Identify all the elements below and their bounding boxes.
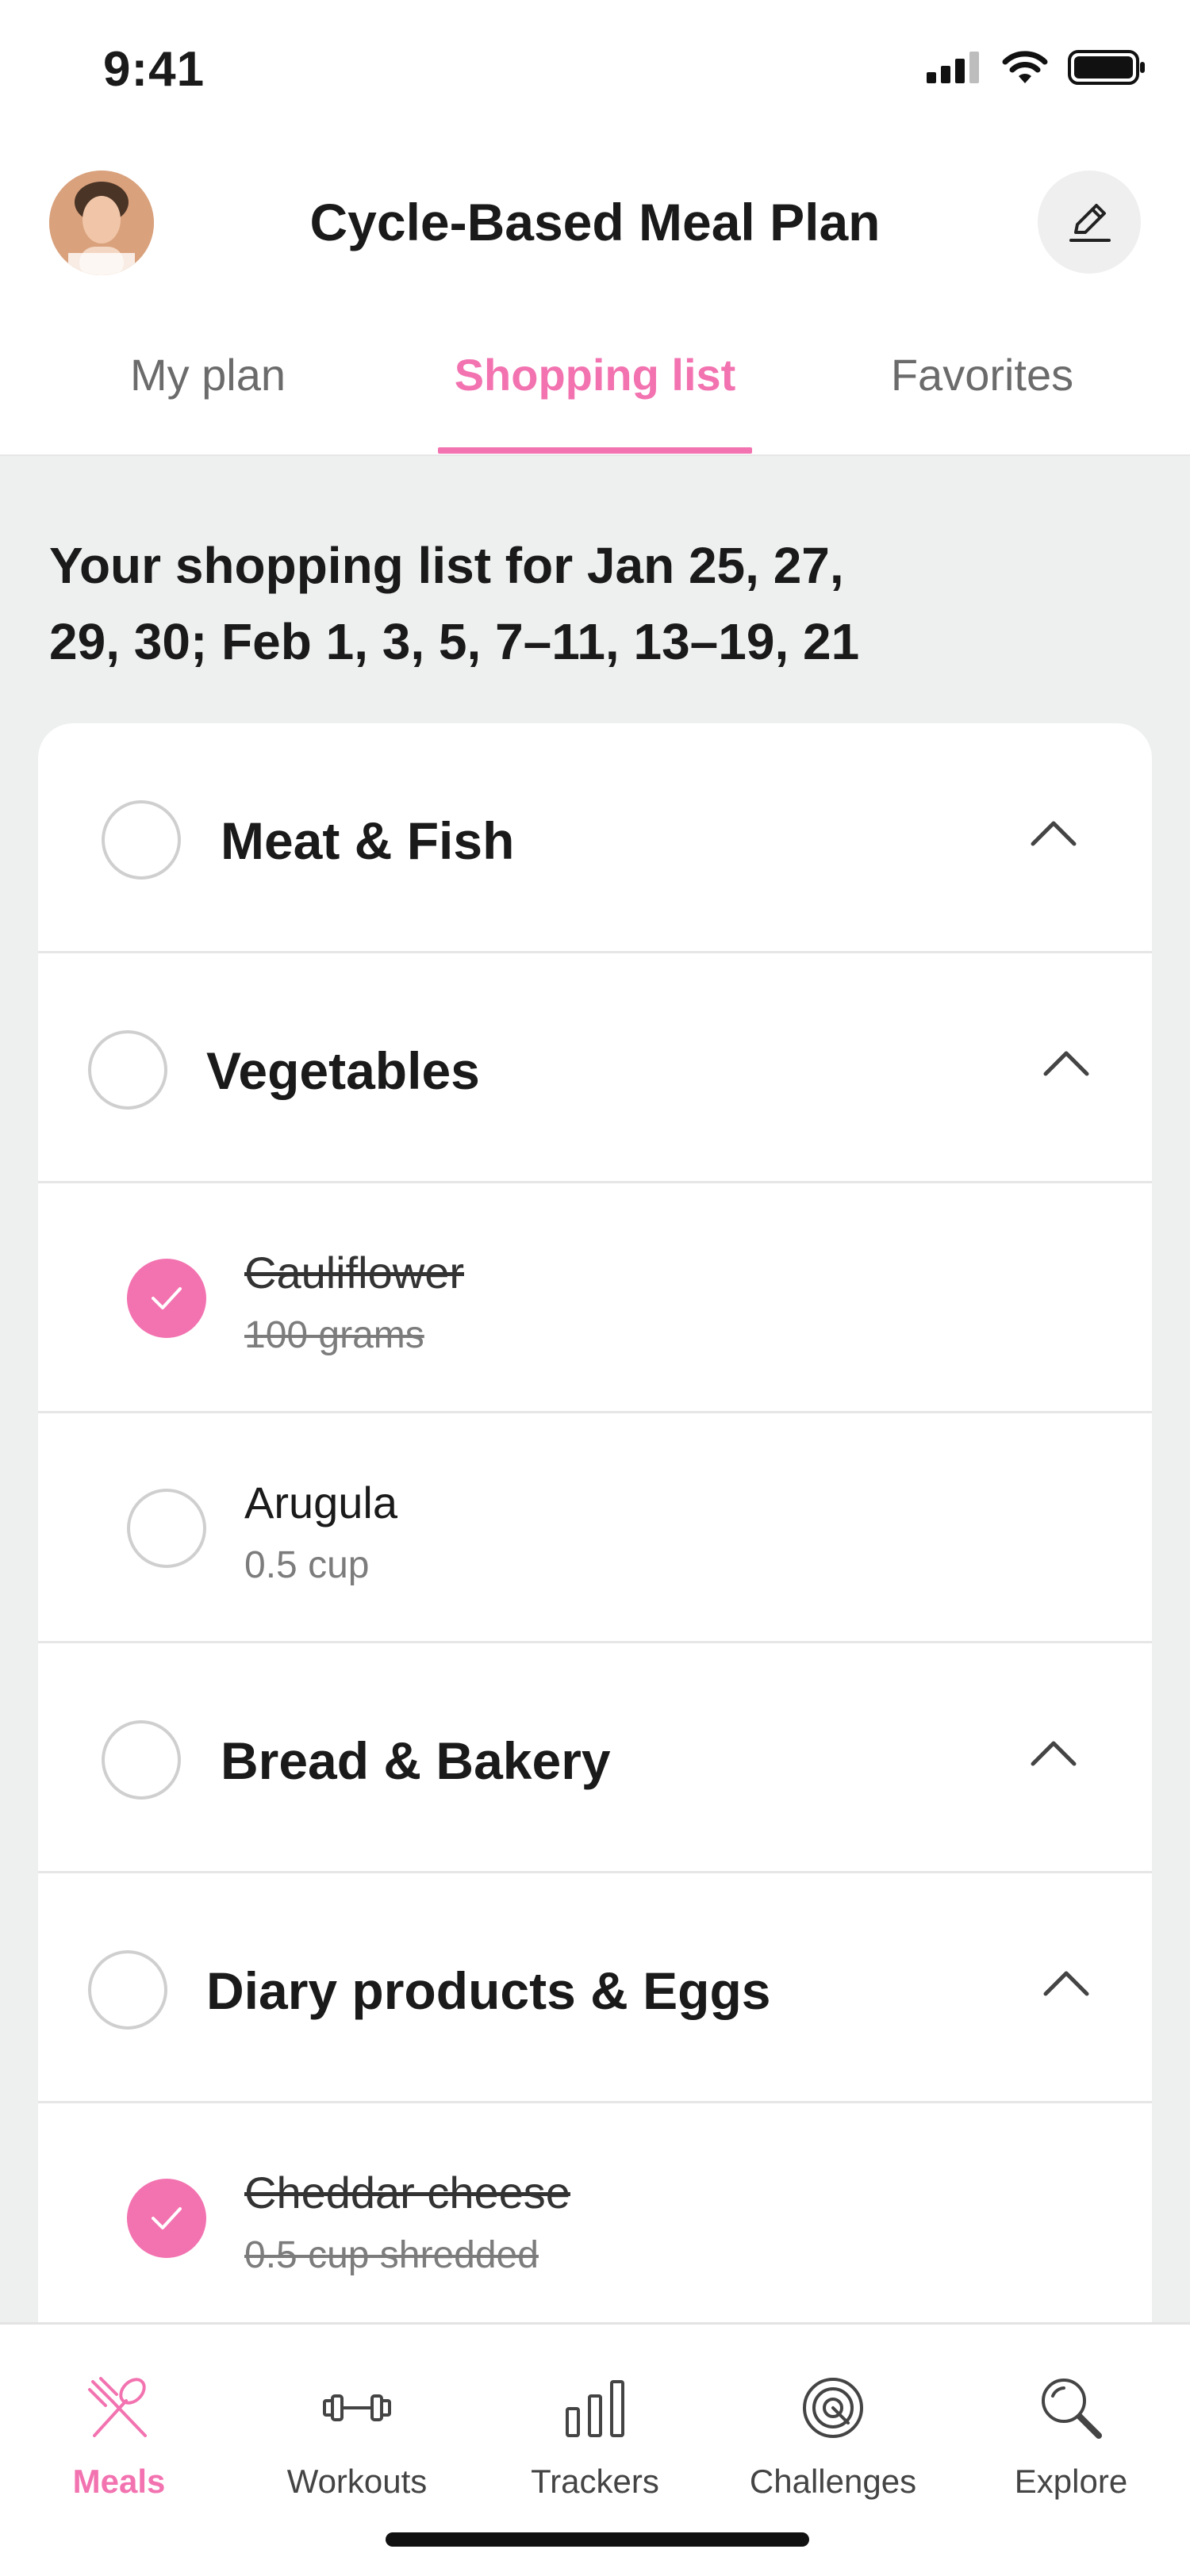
nav-challenges[interactable]: Challenges <box>714 2364 952 2501</box>
dumbbell-icon <box>323 2394 391 2421</box>
battery-icon <box>1068 50 1145 85</box>
category-checkbox[interactable] <box>102 1720 181 1800</box>
shopping-list-heading: Your shopping list for Jan 25, 27, 29, 3… <box>49 527 922 680</box>
edit-icon <box>1069 204 1111 242</box>
nav-workouts[interactable]: Workouts <box>238 2364 476 2501</box>
item-name: Cheddar cheese <box>244 2168 570 2218</box>
target-icon <box>803 2378 863 2438</box>
category-vegetables[interactable]: Vegetables <box>38 953 1152 1183</box>
shopping-list-content[interactable]: Your shopping list for Jan 25, 27, 29, 3… <box>0 456 1190 2324</box>
bottom-nav: Meals Workouts Trackers Challenges Explo… <box>0 2322 1190 2576</box>
item-checkbox-checked[interactable] <box>127 2179 206 2258</box>
heading-line-1: Your shopping list for Jan 25, 27, <box>49 537 844 594</box>
nav-label: Explore <box>1014 2463 1128 2500</box>
fork-spoon-icon <box>88 2377 147 2437</box>
nav-label: Trackers <box>531 2463 659 2500</box>
nav-meals[interactable]: Meals <box>0 2364 238 2501</box>
category-checkbox[interactable] <box>102 800 181 880</box>
category-meat-fish[interactable]: Meat & Fish <box>38 723 1152 953</box>
tab-shopping-list[interactable]: Shopping list <box>397 349 793 401</box>
list-item-cauliflower[interactable]: Cauliflower 100 grams <box>38 1183 1152 1413</box>
category-label: Bread & Bakery <box>221 1731 611 1790</box>
status-time: 9:41 <box>103 42 205 97</box>
signal-icon <box>927 52 979 83</box>
app-header: Cycle-Based Meal Plan <box>0 143 1190 301</box>
category-label: Diary products & Eggs <box>206 1961 771 2020</box>
item-name: Cauliflower <box>244 1248 464 1298</box>
search-icon <box>1042 2379 1102 2439</box>
category-checkbox[interactable] <box>88 1030 167 1110</box>
home-indicator <box>386 2532 809 2547</box>
bar-chart-icon <box>566 2380 624 2437</box>
chevron-up-icon[interactable] <box>1028 1737 1079 1769</box>
tab-my-plan[interactable]: My plan <box>10 349 406 401</box>
category-label: Meat & Fish <box>221 811 515 870</box>
item-checkbox[interactable] <box>127 1489 206 1568</box>
nav-label: Meals <box>72 2463 166 2500</box>
shopping-list-card: Meat & Fish Vegetables Cauliflower 100 g… <box>38 723 1152 2324</box>
wifi-icon <box>1002 51 1048 83</box>
tab-favorites[interactable]: Favorites <box>784 349 1180 401</box>
item-checkbox-checked[interactable] <box>127 1259 206 1338</box>
category-label: Vegetables <box>206 1041 480 1100</box>
item-quantity: 0.5 cup <box>244 1544 370 1586</box>
item-name: Arugula <box>244 1478 398 1528</box>
chevron-up-icon[interactable] <box>1028 817 1079 849</box>
active-tab-indicator <box>438 447 752 454</box>
edit-button[interactable] <box>1038 171 1141 274</box>
status-icons <box>927 49 1147 86</box>
category-dairy-eggs[interactable]: Diary products & Eggs <box>38 1873 1152 2103</box>
list-item-cheddar-cheese[interactable]: Cheddar cheese 0.5 cup shredded <box>38 2103 1152 2324</box>
list-item-arugula[interactable]: Arugula 0.5 cup <box>38 1413 1152 1643</box>
nav-label: Workouts <box>286 2463 428 2500</box>
chevron-up-icon[interactable] <box>1041 1047 1092 1079</box>
category-checkbox[interactable] <box>88 1950 167 2030</box>
nav-label: Challenges <box>749 2463 917 2500</box>
nav-explore[interactable]: Explore <box>952 2364 1190 2501</box>
checkmark-icon <box>152 2207 182 2229</box>
item-quantity: 100 grams <box>244 1314 424 1356</box>
heading-line-2: 29, 30; Feb 1, 3, 5, 7–11, 13–19, 21 <box>49 613 860 670</box>
category-bread-bakery[interactable]: Bread & Bakery <box>38 1643 1152 1873</box>
page-title: Cycle-Based Meal Plan <box>309 193 881 251</box>
chevron-up-icon[interactable] <box>1041 1967 1092 1999</box>
nav-trackers[interactable]: Trackers <box>476 2364 714 2501</box>
tab-bar: My plan Shopping list Favorites <box>0 317 1190 456</box>
item-quantity: 0.5 cup shredded <box>244 2234 539 2276</box>
checkmark-icon <box>152 1287 182 1309</box>
status-bar: 9:41 <box>0 0 1190 143</box>
